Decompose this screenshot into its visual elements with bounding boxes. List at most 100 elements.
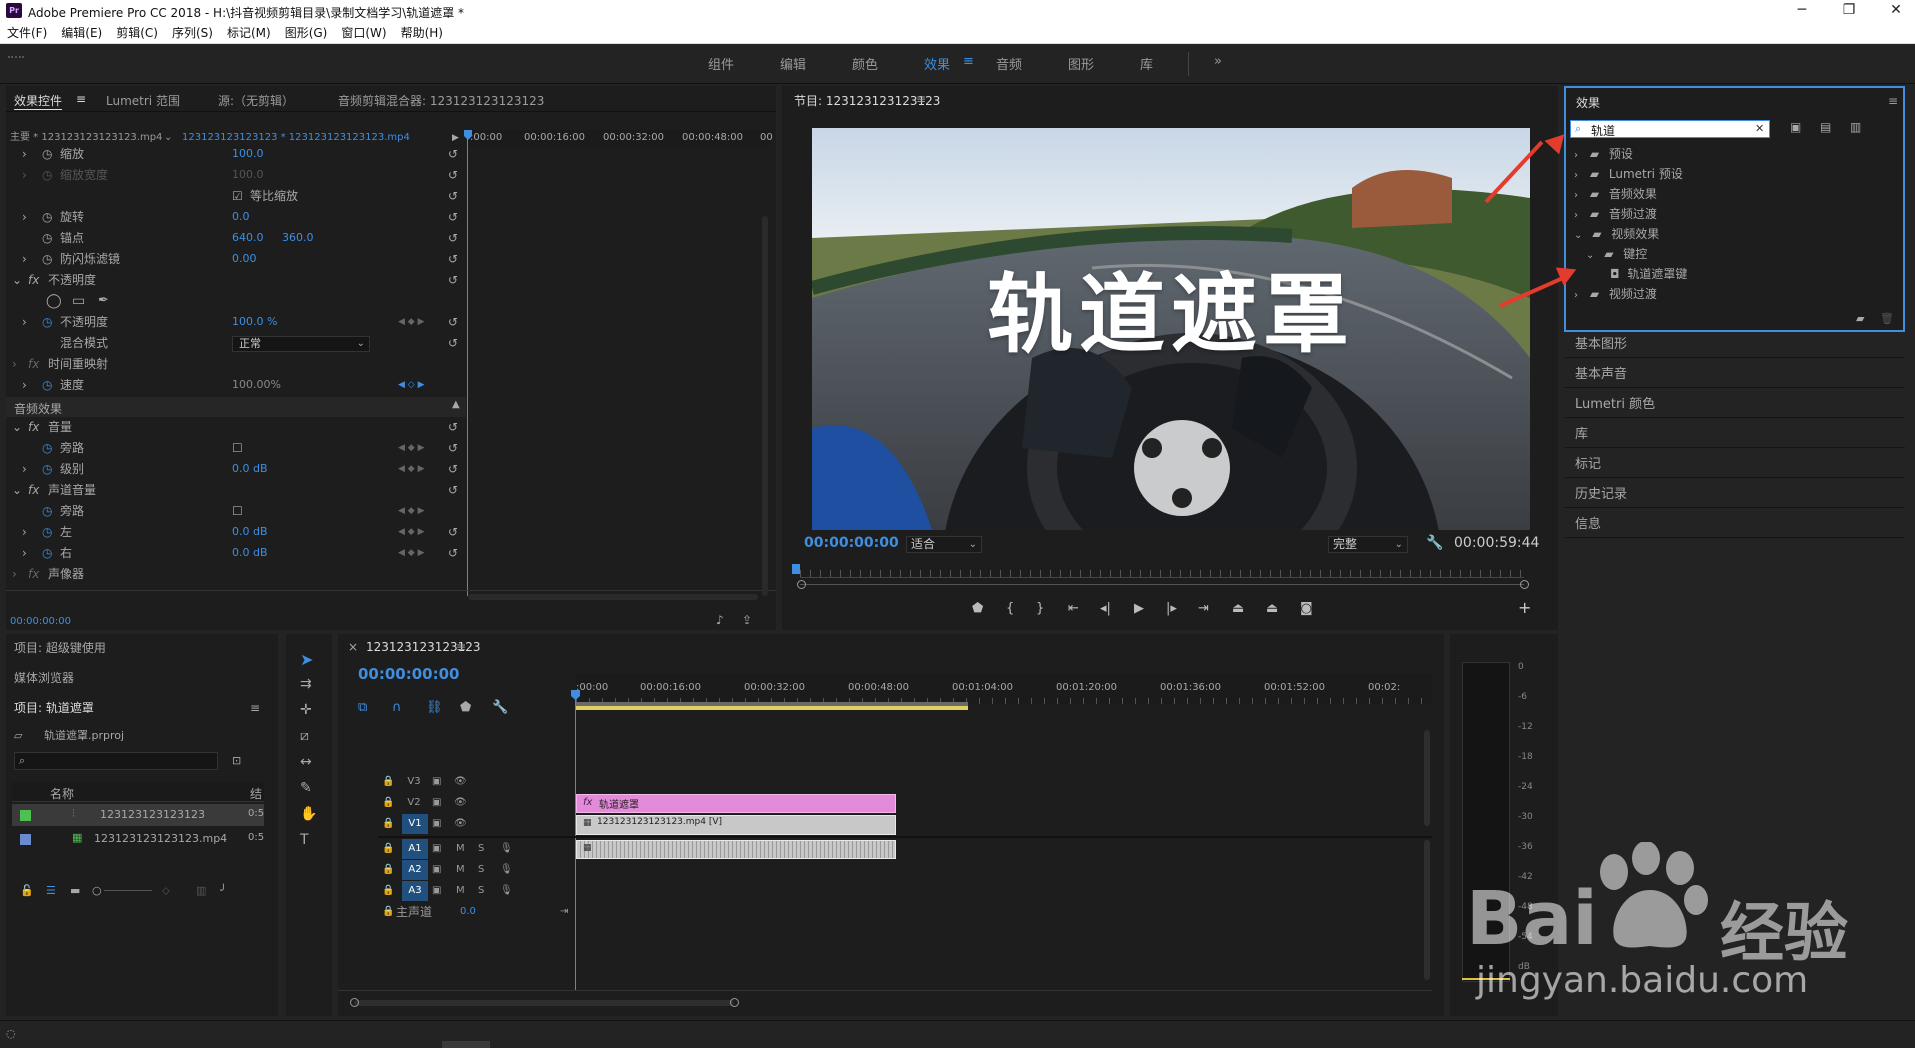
menu-help[interactable]: 帮助(H) (394, 22, 450, 44)
lock-icon[interactable]: 🔒 (382, 839, 394, 859)
linked-selection-icon[interactable]: ⛓ (426, 700, 443, 715)
ec-playhead[interactable] (467, 136, 468, 596)
reset-icon[interactable]: ↺ (448, 207, 458, 227)
panel-menu-icon[interactable]: ≡ (916, 92, 926, 106)
mark-out-icon[interactable]: } (1036, 601, 1044, 616)
sync-lock-icon[interactable]: ▣ (432, 881, 441, 901)
tab-lumetri-scopes[interactable]: Lumetri 范围 (106, 92, 180, 109)
yuv-effects-icon[interactable]: ▥ (1850, 120, 1861, 134)
keyframe-nav-icon[interactable]: ◀ ◇ ▶ (398, 375, 425, 395)
workspace-menu-icon[interactable]: ≡ (963, 54, 974, 69)
mark-in-icon[interactable]: { (1006, 601, 1014, 616)
export-frame-icon[interactable]: ◙ (1300, 601, 1313, 616)
col-framerate[interactable]: 结 (250, 785, 262, 802)
sync-lock-icon[interactable]: ▣ (432, 814, 441, 834)
more-workspaces-icon[interactable]: » (1214, 54, 1222, 69)
workspace-tab-color[interactable]: 颜色 (852, 54, 878, 73)
type-tool-icon[interactable]: T (300, 832, 309, 848)
workspace-tab-libraries[interactable]: 库 (1140, 54, 1153, 73)
zoom-slider[interactable] (104, 890, 152, 891)
maximize-button[interactable]: ❐ (1830, 0, 1868, 22)
mute-button[interactable]: M (456, 839, 465, 859)
video-clip[interactable]: ▦ 123123123123123.mp4 [V] (576, 815, 896, 835)
reset-icon[interactable]: ↺ (448, 522, 458, 542)
close-tab-icon[interactable]: × (348, 640, 358, 654)
expand-arrow-icon[interactable]: › (22, 459, 27, 479)
bypass-checkbox[interactable]: ☐ (232, 501, 243, 521)
ec-timecode[interactable]: 00:00:00:00 (10, 612, 71, 632)
go-to-in-icon[interactable]: ⇤ (1068, 601, 1079, 616)
rotation-value[interactable]: 0.0 (232, 207, 250, 227)
audio-tracks-scrollbar[interactable] (1424, 840, 1430, 980)
lock-icon[interactable]: 🔓 (20, 884, 34, 897)
expand-arrow-icon[interactable]: › (22, 165, 27, 185)
project-item[interactable]: ▦ 123123123123123.mp4 0:5 (12, 828, 264, 850)
stopwatch-icon[interactable]: ◷ (42, 144, 52, 164)
timeline-ruler[interactable]: :00:00 00:00:16:00 00:00:32:00 00:00:48:… (576, 674, 1432, 704)
go-to-out-icon[interactable]: ⇥ (1198, 601, 1209, 616)
panel-menu-icon[interactable]: ≡ (456, 640, 466, 654)
effects-search-input[interactable]: 轨道 (1591, 122, 1615, 139)
delete-icon[interactable]: 🗑 (1880, 312, 1894, 325)
automate-icon[interactable]: ▥ (196, 884, 206, 897)
workspace-tab-editing[interactable]: 编辑 (780, 54, 806, 73)
reset-icon[interactable]: ↺ (448, 417, 458, 437)
menu-edit[interactable]: 编辑(E) (54, 22, 109, 44)
sync-lock-icon[interactable]: ▣ (432, 772, 441, 792)
level-value[interactable]: 0.0 dB (232, 459, 268, 479)
panel-history[interactable]: 历史记录 (1565, 482, 1905, 508)
rectangle-mask-icon[interactable]: ▭ (72, 291, 85, 311)
tab-source[interactable]: 源:（无剪辑） (218, 92, 294, 109)
opacity-value[interactable]: 100.0 % (232, 312, 277, 332)
panel-markers[interactable]: 标记 (1565, 452, 1905, 478)
tab-media-browser[interactable]: 媒体浏览器 (14, 668, 74, 688)
tree-item-video-effects[interactable]: ⌄ ▰ 视频效果 (1574, 224, 1659, 244)
menu-graphics[interactable]: 图形(G) (278, 22, 335, 44)
expand-arrow-icon[interactable]: › (22, 144, 27, 164)
clear-search-icon[interactable]: ✕ (1755, 122, 1764, 135)
reset-icon[interactable]: ↺ (448, 333, 458, 353)
solo-button[interactable]: S (478, 839, 484, 859)
tree-item-video-transitions[interactable]: › ▰ 视频过渡 (1574, 284, 1657, 304)
mute-button[interactable]: M (456, 881, 465, 901)
lock-icon[interactable]: 🔒 (382, 881, 394, 901)
stopwatch-icon[interactable]: ◷ (42, 522, 52, 542)
step-forward-icon[interactable]: |▸ (1166, 601, 1177, 616)
workspace-tab-graphics[interactable]: 图形 (1068, 54, 1094, 73)
snap-icon[interactable]: ∩ (392, 700, 402, 715)
ec-vertical-scrollbar[interactable] (762, 216, 768, 596)
tab-audio-clip-mixer[interactable]: 音频剪辑混合器: 123123123123123 (338, 92, 544, 109)
stopwatch-icon[interactable]: ◷ (42, 249, 52, 269)
hand-tool-icon[interactable]: ✋ (300, 806, 317, 822)
sequence-clip-label[interactable]: 123123123123123 * 123123123123123.mp4 (182, 128, 410, 148)
keyframe-nav-icon[interactable]: ◀ ◆ ▶ (398, 543, 425, 563)
zoom-handle-left[interactable] (797, 580, 806, 589)
reset-icon[interactable]: ↺ (448, 165, 458, 185)
menu-window[interactable]: 窗口(W) (334, 22, 393, 44)
work-area-bar[interactable] (576, 706, 968, 710)
lock-icon[interactable]: 🔒 (382, 793, 394, 813)
collapse-arrow-icon[interactable]: ⌄ (12, 270, 22, 290)
nest-icon[interactable]: ⧉ (358, 700, 367, 715)
anchor-x-value[interactable]: 640.0 (232, 228, 264, 248)
track-label[interactable]: A2 (402, 860, 428, 880)
tree-item-audio-effects[interactable]: › ▰ 音频效果 (1574, 184, 1657, 204)
track-label[interactable]: A1 (402, 839, 428, 859)
timeline-timecode[interactable]: 00:00:00:00 (358, 664, 460, 684)
track-label[interactable]: V2 (404, 793, 424, 813)
sync-lock-icon[interactable]: ▣ (432, 839, 441, 859)
tab-menu-icon[interactable]: ≡ (76, 92, 86, 106)
play-icon[interactable]: ▶ (1134, 601, 1144, 616)
tab-effect-controls[interactable]: 效果控件 (14, 92, 62, 109)
stopwatch-icon[interactable]: ◷ (42, 228, 52, 248)
export-icon[interactable]: ⇪ (742, 610, 752, 630)
menu-sequence[interactable]: 序列(S) (165, 22, 220, 44)
expand-arrow-icon[interactable]: › (12, 564, 17, 584)
scale-value[interactable]: 100.0 (232, 144, 264, 164)
project-search-input[interactable]: ⌕ (14, 752, 218, 770)
new-bin-icon[interactable]: ▰ (1856, 312, 1864, 325)
tree-item-keying[interactable]: ⌄ ▰ 键控 (1586, 244, 1647, 264)
zoom-bar[interactable] (800, 584, 1524, 585)
razor-tool-icon[interactable]: ⧄ (300, 728, 309, 744)
blend-mode-select[interactable]: 正常 ⌄ (232, 336, 370, 352)
